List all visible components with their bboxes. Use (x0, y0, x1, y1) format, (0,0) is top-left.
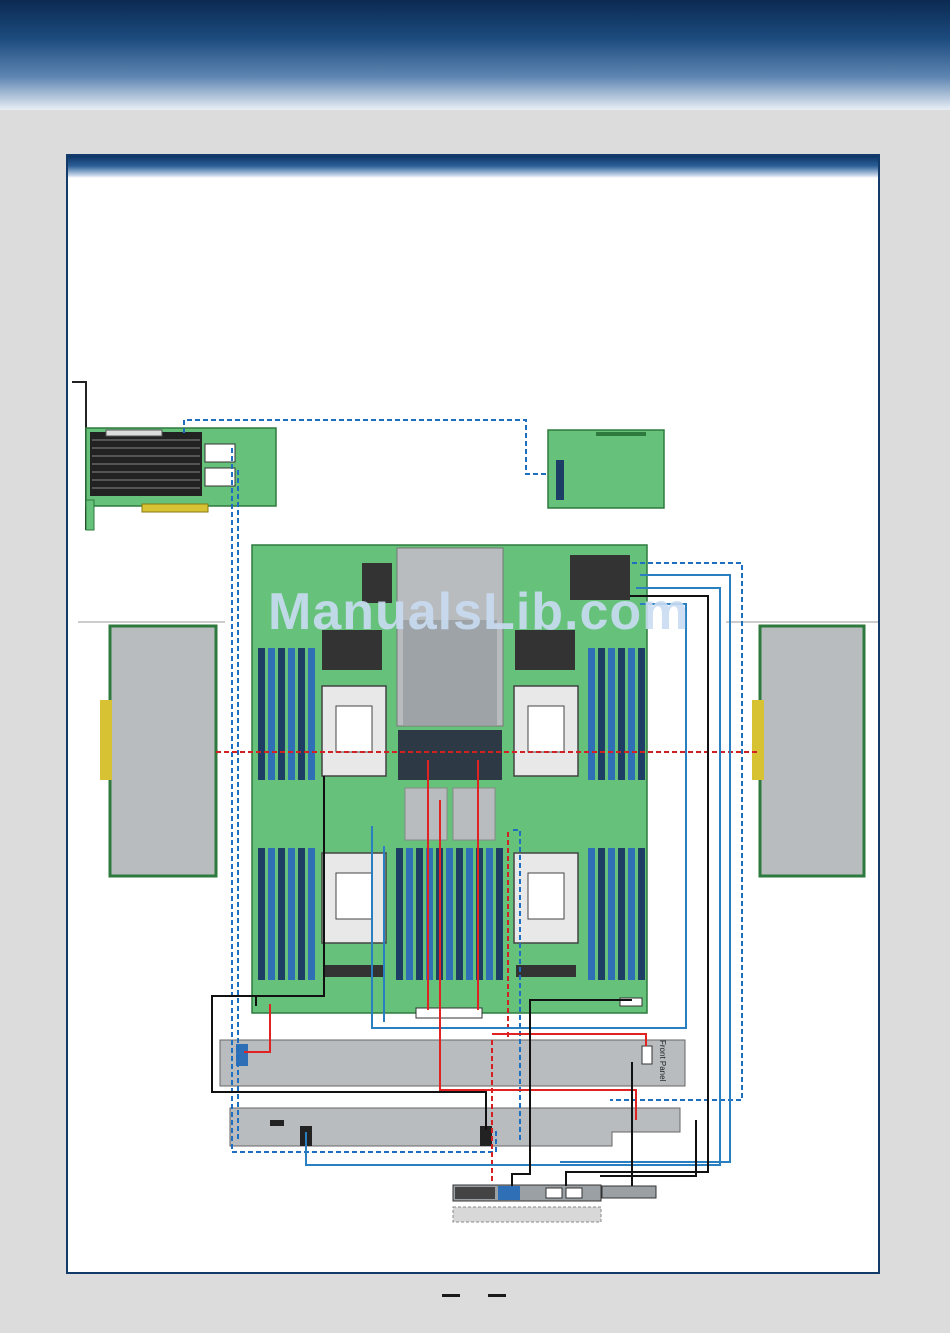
cable-routing-diagram: Front Panel (72, 381, 878, 1223)
vga-connector (498, 1186, 520, 1200)
front-io-panel (452, 1184, 657, 1223)
cpu-socket (513, 852, 579, 944)
front-panel-label: Front Panel (658, 1040, 667, 1082)
page-footer-marks (442, 1294, 512, 1300)
usb-connector (565, 1187, 583, 1199)
motherboard (251, 544, 648, 1019)
pcie-raid-card (72, 381, 277, 531)
dimm-slot (396, 848, 503, 980)
usb-connector (545, 1187, 563, 1199)
cpu-socket (321, 852, 387, 944)
hot-swap-backplane (219, 1039, 686, 1087)
cpu-socket (321, 685, 387, 777)
riser-card-left (78, 621, 225, 878)
raid-maintenance-module (547, 429, 665, 509)
power-backplane (229, 1107, 681, 1147)
cpu-socket (513, 685, 579, 777)
riser-card-right (726, 621, 878, 878)
